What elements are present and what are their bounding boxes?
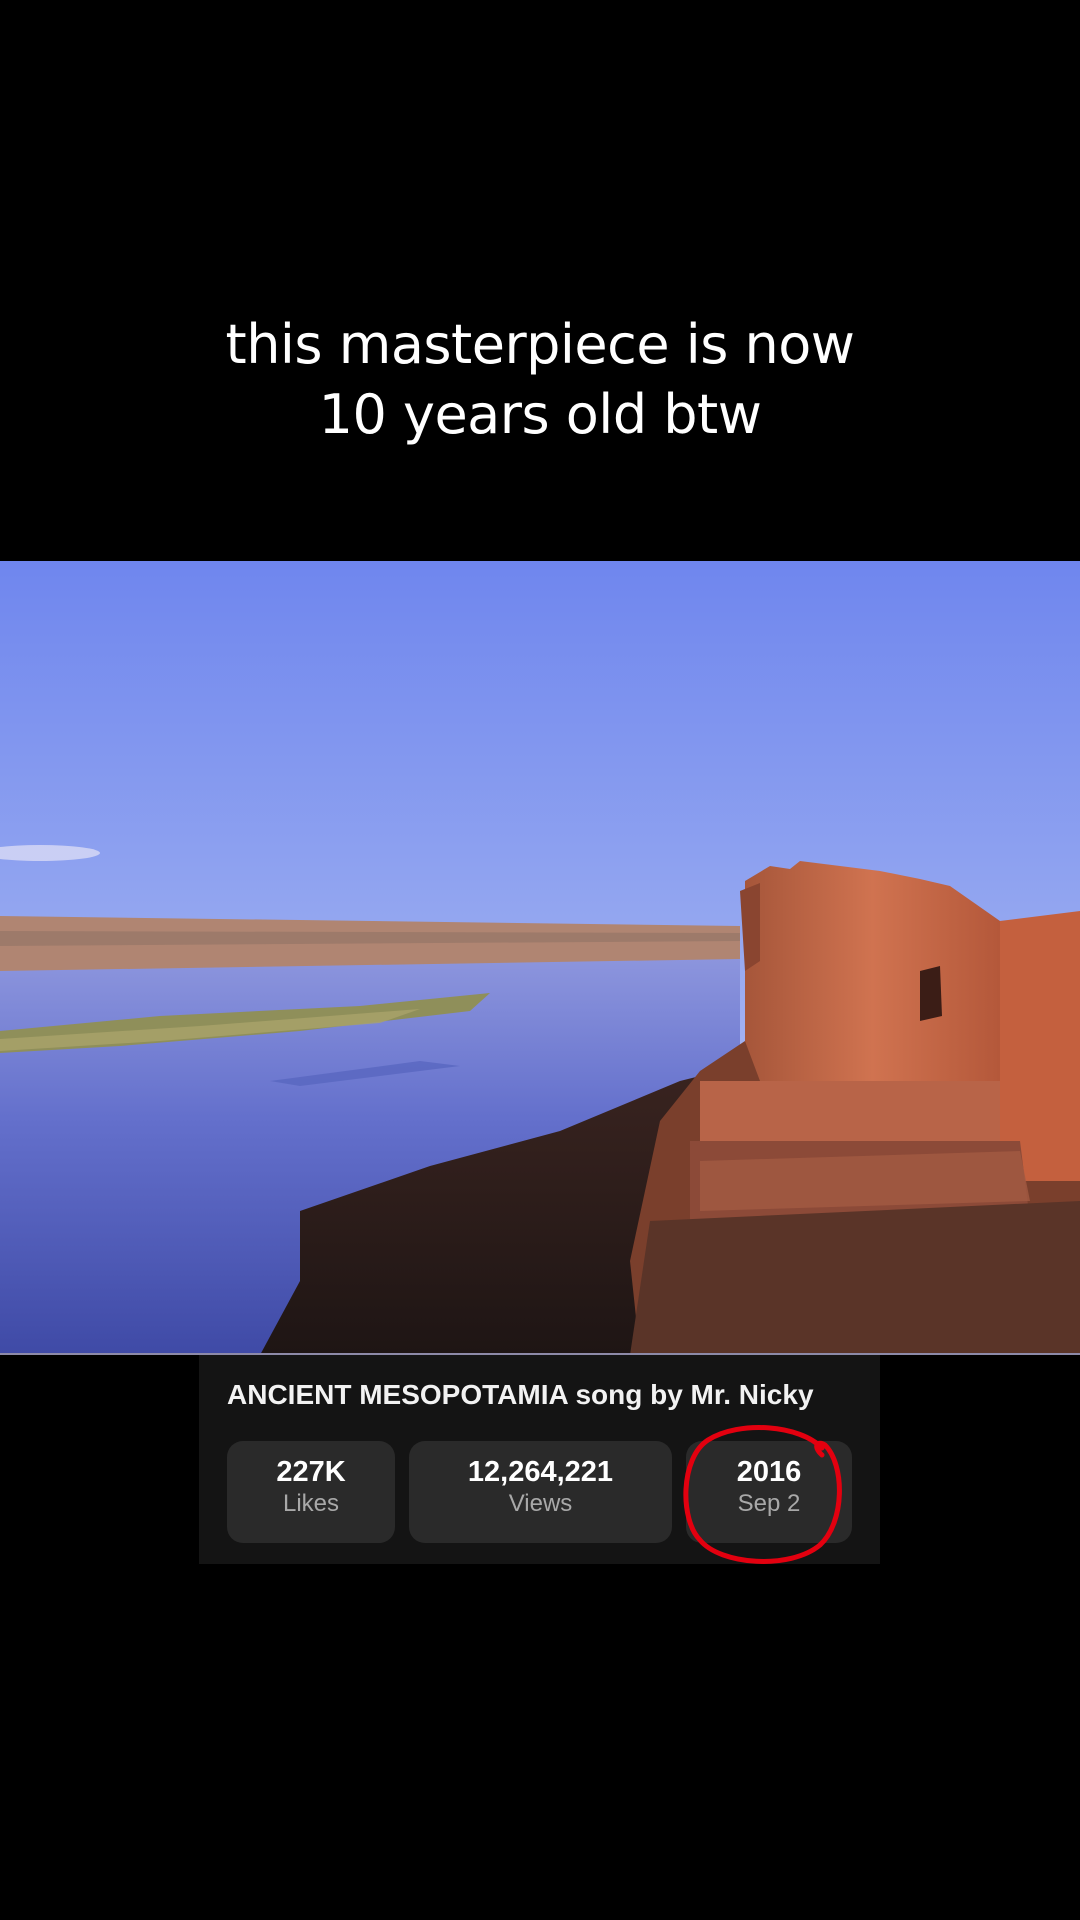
publish-date: Sep 2 bbox=[737, 1490, 801, 1517]
views-label: Views bbox=[508, 1490, 573, 1517]
caption-line-1: this masterpiece is now bbox=[225, 313, 855, 376]
date-stat[interactable]: 2016 Sep 2 bbox=[686, 1441, 852, 1543]
caption-line-2: 10 years old btw bbox=[318, 383, 762, 446]
video-frame[interactable] bbox=[0, 561, 1080, 1355]
likes-label: Likes bbox=[282, 1490, 340, 1517]
landscape-image bbox=[0, 561, 1080, 1355]
video-info-card: ANCIENT MESOPOTAMIA song by Mr. Nicky 22… bbox=[199, 1355, 880, 1564]
likes-count: 227K bbox=[276, 1456, 346, 1488]
publish-year: 2016 bbox=[736, 1456, 802, 1488]
caption-text: this masterpiece is now 10 years old btw bbox=[0, 310, 1080, 450]
likes-stat[interactable]: 227K Likes bbox=[227, 1441, 395, 1543]
video-title: ANCIENT MESOPOTAMIA song by Mr. Nicky bbox=[227, 1379, 814, 1410]
views-stat[interactable]: 12,264,221 Views bbox=[409, 1441, 672, 1543]
views-count: 12,264,221 bbox=[467, 1456, 614, 1488]
